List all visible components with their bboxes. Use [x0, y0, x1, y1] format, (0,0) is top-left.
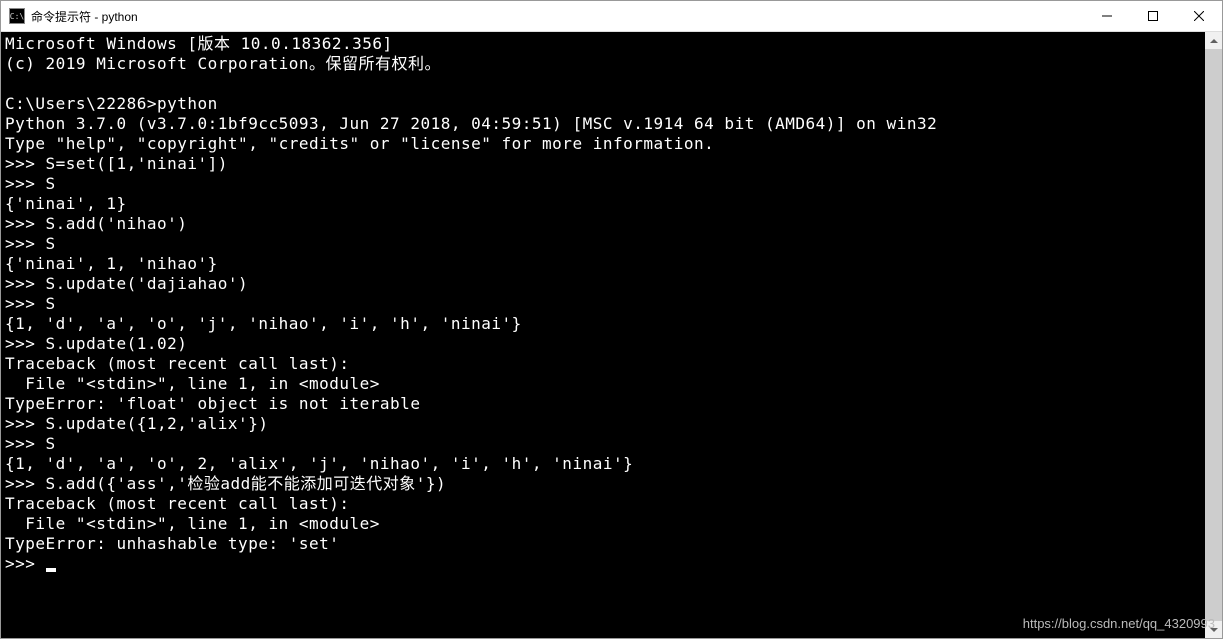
window-controls	[1084, 1, 1222, 31]
chevron-up-icon	[1210, 39, 1218, 43]
terminal-container: Microsoft Windows [版本 10.0.18362.356] (c…	[1, 32, 1222, 638]
titlebar[interactable]: C:\ 命令提示符 - python	[1, 1, 1222, 32]
scrollbar-thumb[interactable]	[1205, 49, 1222, 621]
app-icon: C:\	[9, 8, 25, 24]
maximize-icon	[1148, 11, 1158, 21]
maximize-button[interactable]	[1130, 1, 1176, 31]
cursor	[46, 568, 56, 572]
command-prompt-window: C:\ 命令提示符 - python Microsoft Windows [版本…	[0, 0, 1223, 639]
chevron-down-icon	[1210, 628, 1218, 632]
terminal-output[interactable]: Microsoft Windows [版本 10.0.18362.356] (c…	[1, 32, 1205, 638]
scroll-down-button[interactable]	[1205, 621, 1222, 638]
vertical-scrollbar[interactable]	[1205, 32, 1222, 638]
scroll-up-button[interactable]	[1205, 32, 1222, 49]
minimize-button[interactable]	[1084, 1, 1130, 31]
close-icon	[1194, 11, 1204, 21]
minimize-icon	[1102, 11, 1112, 21]
scrollbar-track[interactable]	[1205, 49, 1222, 621]
window-title: 命令提示符 - python	[31, 8, 1084, 25]
close-button[interactable]	[1176, 1, 1222, 31]
